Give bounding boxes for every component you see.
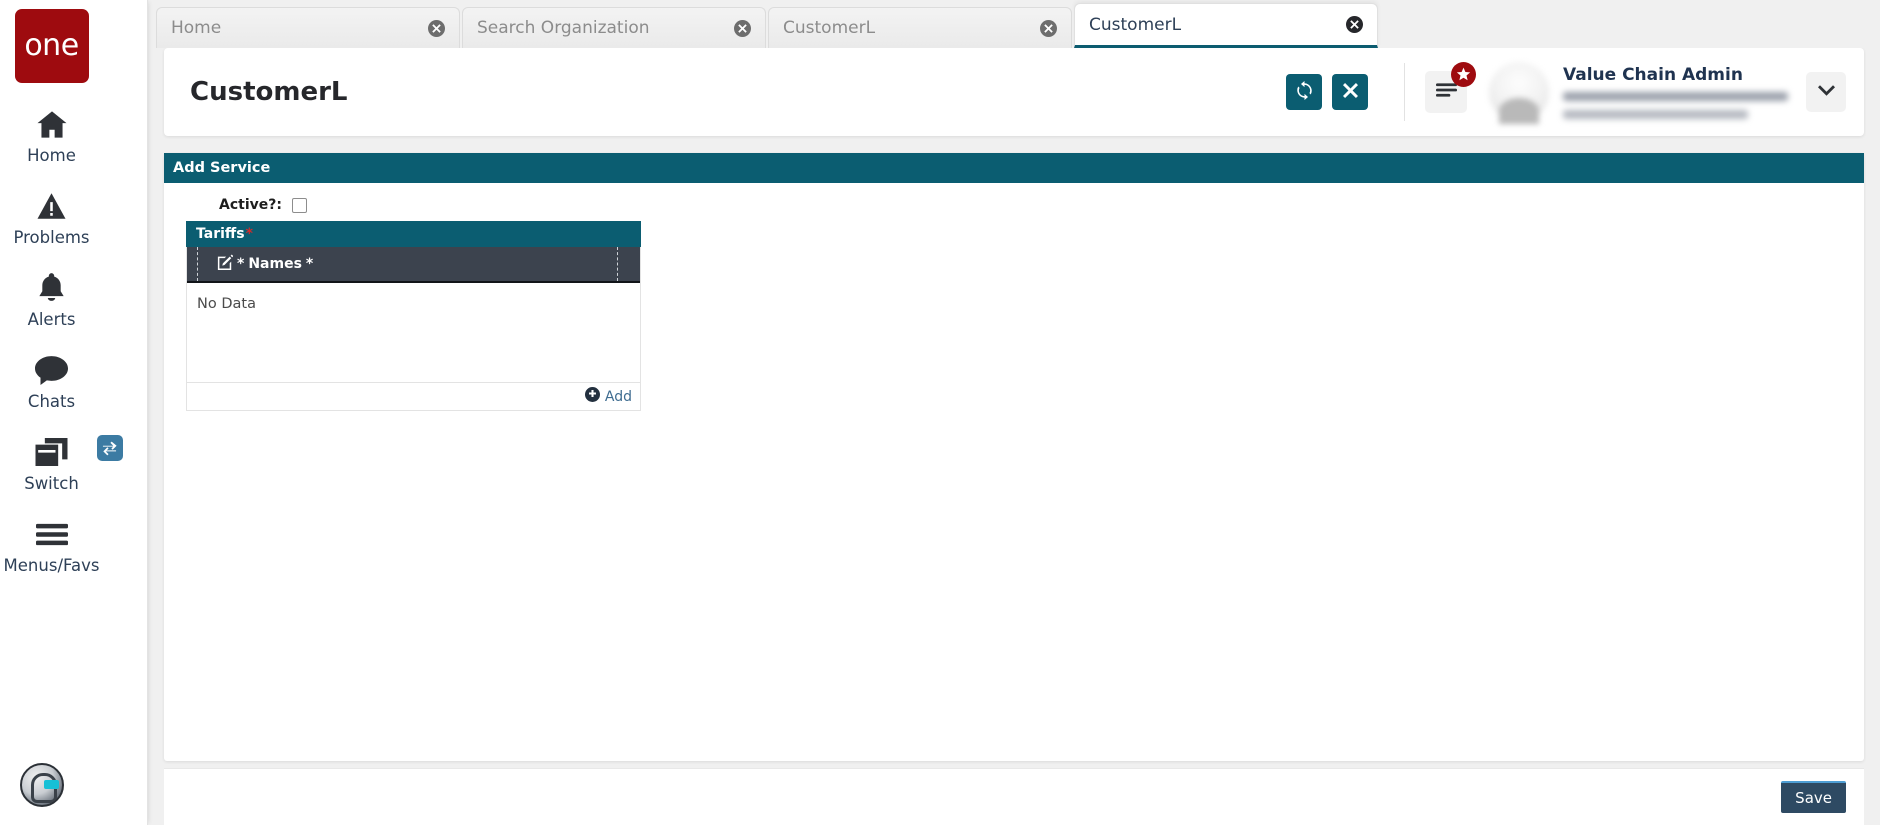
sidebar-item-label: Switch xyxy=(24,474,79,493)
logo-text: one xyxy=(24,28,79,63)
favorites-menu-button[interactable] xyxy=(1425,62,1476,113)
tab-label: Search Organization xyxy=(477,18,650,38)
tariffs-grid: * Names * No Data Add xyxy=(186,247,641,411)
sidebar-item-label: Menus/Favs xyxy=(3,556,100,575)
bell-icon xyxy=(1,269,103,307)
tab-strip: Home Search Organization CustomerL Custo… xyxy=(148,0,1880,48)
sidebar-item-chats[interactable]: Chats xyxy=(1,329,103,411)
hamburger-icon xyxy=(1435,82,1457,103)
column-header-label: Names xyxy=(248,256,302,272)
active-checkbox[interactable] xyxy=(292,197,307,213)
tariffs-grid-body: No Data xyxy=(187,283,640,382)
no-data-message: No Data xyxy=(197,296,256,312)
column-resize-handle-left[interactable] xyxy=(197,247,198,281)
close-icon[interactable] xyxy=(1040,19,1057,37)
tab-search-organization[interactable]: Search Organization xyxy=(462,7,766,48)
user-name: Value Chain Admin xyxy=(1563,65,1743,85)
add-tariff-button[interactable]: Add xyxy=(187,382,640,410)
hamburger-icon xyxy=(1,515,103,553)
column-header-names[interactable]: * Names * xyxy=(187,254,313,274)
tariffs-required-asterisk: * xyxy=(245,226,253,242)
bot-eye-shape xyxy=(44,780,59,789)
sidebar-item-problems[interactable]: Problems xyxy=(1,165,103,247)
tariffs-title-bar: Tariffs * xyxy=(186,221,641,247)
sidebar-item-label: Problems xyxy=(13,228,90,247)
avatar[interactable] xyxy=(1489,62,1549,124)
user-org-line xyxy=(1563,92,1788,101)
close-icon[interactable] xyxy=(734,19,751,37)
sidebar-item-switch[interactable]: Switch xyxy=(1,411,123,493)
sidebar-item-alerts[interactable]: Alerts xyxy=(1,247,103,329)
switch-toggle-badge-icon[interactable] xyxy=(96,435,123,461)
star-badge-icon xyxy=(1451,62,1476,87)
one-logo[interactable]: one xyxy=(14,9,89,83)
left-sidebar: one Home Problems Alerts Chats Switch Me… xyxy=(0,0,148,825)
close-icon[interactable] xyxy=(428,19,445,37)
tab-customerl-1[interactable]: CustomerL xyxy=(768,7,1072,48)
header-divider xyxy=(1404,63,1405,121)
windows-switch-icon xyxy=(1,433,123,471)
add-service-panel: Add Service Active?: Tariffs * * Names *… xyxy=(164,153,1864,761)
plus-circle-icon xyxy=(584,386,600,407)
tab-customerl-2[interactable]: CustomerL xyxy=(1074,3,1378,48)
refresh-icon xyxy=(1295,81,1314,103)
user-role-line xyxy=(1563,110,1748,119)
sidebar-item-home[interactable]: Home xyxy=(1,83,103,165)
home-icon xyxy=(1,105,103,143)
column-resize-handle-right[interactable] xyxy=(617,247,618,281)
edit-pencil-square-icon xyxy=(217,254,234,274)
assistant-bot-avatar[interactable] xyxy=(20,763,64,807)
save-button[interactable]: Save xyxy=(1781,781,1846,813)
warning-triangle-icon xyxy=(1,187,103,225)
page-header: CustomerL Value Chain Admin xyxy=(164,48,1864,136)
active-label: Active?: xyxy=(219,197,282,213)
column-required-asterisk: * xyxy=(305,256,314,272)
sidebar-item-menus-favs[interactable]: Menus/Favs xyxy=(1,493,103,575)
sidebar-item-label: Alerts xyxy=(27,310,76,329)
chevron-down-icon xyxy=(1817,83,1835,101)
tariffs-title: Tariffs xyxy=(196,226,245,242)
close-icon[interactable] xyxy=(1346,16,1363,33)
panel-title: Add Service xyxy=(164,153,1864,183)
footer-bar: Save xyxy=(164,768,1864,825)
tab-label: CustomerL xyxy=(783,18,876,38)
chat-bubble-icon xyxy=(1,351,103,389)
tariffs-grid-header-row: * Names * xyxy=(187,247,640,283)
tab-label: CustomerL xyxy=(1089,14,1182,35)
user-info: Value Chain Admin xyxy=(1563,65,1788,119)
tariffs-section: Tariffs * * Names * No Data Add xyxy=(186,221,641,411)
close-page-button[interactable] xyxy=(1332,74,1368,110)
user-menu-dropdown-button[interactable] xyxy=(1806,72,1846,112)
column-edit-asterisk: * xyxy=(237,256,245,272)
sidebar-item-label: Home xyxy=(27,146,76,165)
application-window: one Home Problems Alerts Chats Switch Me… xyxy=(0,0,1880,825)
main-area: Home Search Organization CustomerL Custo… xyxy=(148,0,1880,825)
add-label: Add xyxy=(604,388,632,405)
refresh-button[interactable] xyxy=(1286,74,1322,110)
tab-label: Home xyxy=(171,18,222,38)
close-icon xyxy=(1342,83,1358,101)
sidebar-item-label: Chats xyxy=(27,392,76,411)
tab-home[interactable]: Home xyxy=(156,7,460,48)
page-title: CustomerL xyxy=(190,77,348,107)
active-field-row: Active?: xyxy=(164,183,1864,221)
